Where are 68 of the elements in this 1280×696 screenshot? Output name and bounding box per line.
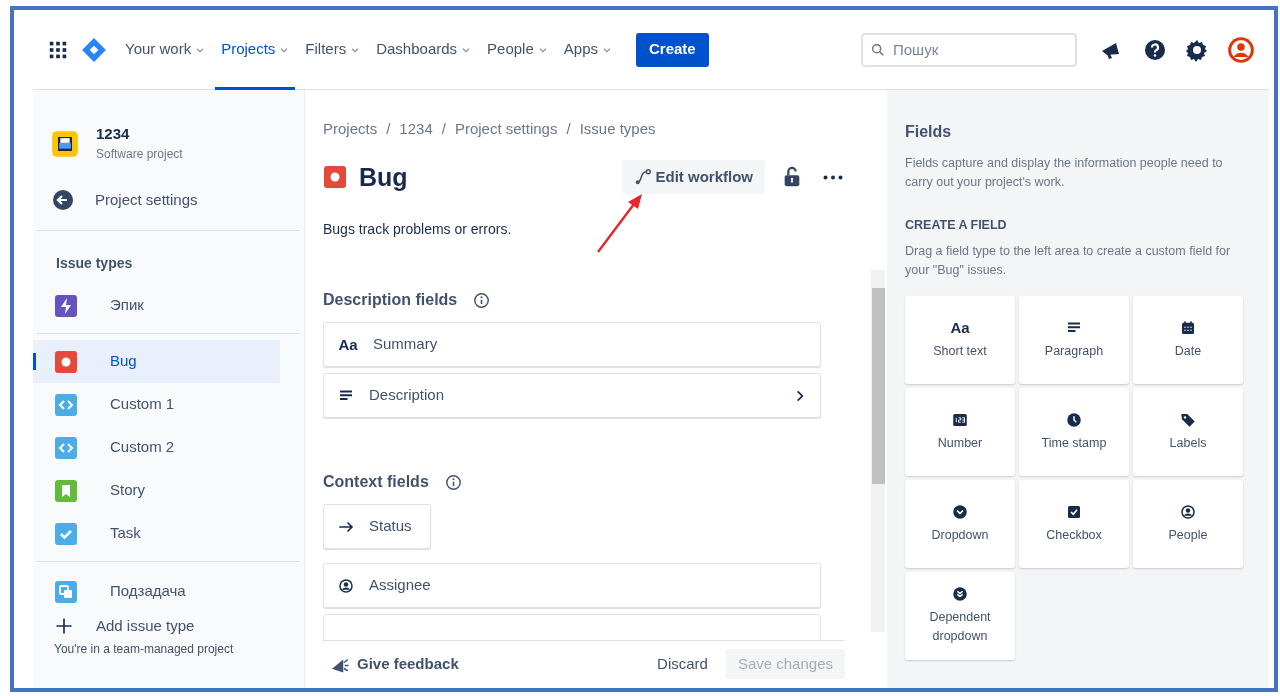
field-type-label: Dropdown xyxy=(931,526,989,544)
breadcrumb-link[interactable]: Project settings xyxy=(454,118,558,141)
text-style-icon: Aa xyxy=(337,335,359,354)
field-type-label: Short text xyxy=(933,342,987,360)
page-title: Bug xyxy=(359,161,408,193)
search-field[interactable]: Пошук xyxy=(861,32,1077,67)
add-issue-type-button[interactable]: Add issue type xyxy=(54,615,195,638)
field-type-label: Dependent dropdown xyxy=(928,609,992,646)
issue-type-item[interactable]: Эпик xyxy=(33,284,280,327)
field-type-card[interactable]: Paragraph xyxy=(1019,295,1129,384)
field-label: Assignee xyxy=(369,575,432,596)
field-type-card[interactable]: Aa Short text xyxy=(905,295,1015,384)
issue-type-item[interactable]: Bug xyxy=(33,340,280,383)
panel-intro: Fields capture and display the information people need to carry out your project's work. xyxy=(905,155,1224,191)
field-label: Status xyxy=(369,516,412,537)
section-heading: CREATE A FIELD xyxy=(905,217,1007,234)
panel-title: Fields xyxy=(905,122,952,142)
create-button[interactable]: Create xyxy=(636,32,709,67)
breadcrumb-separator: / xyxy=(441,119,446,139)
nav-tab[interactable]: People xyxy=(481,10,554,90)
field-type-label: Number xyxy=(937,434,983,452)
nav-tab[interactable]: Dashboards xyxy=(370,10,478,90)
section-title: Context fields xyxy=(323,472,429,492)
field-card[interactable]: Status xyxy=(323,504,431,549)
field-type-card[interactable]: Dropdown xyxy=(905,479,1015,568)
field-type-label: Date xyxy=(1174,342,1202,360)
field-label: Summary xyxy=(373,334,439,355)
field-type-card[interactable]: Date xyxy=(1133,295,1243,384)
issue-description: Bugs track problems or errors. xyxy=(323,220,512,239)
nav-tab[interactable]: Apps xyxy=(557,10,618,90)
field-card[interactable]: Assignee xyxy=(323,563,821,608)
field-type-card[interactable]: Labels xyxy=(1133,387,1243,476)
breadcrumb-separator: / xyxy=(566,119,571,139)
field-type-label: Time stamp xyxy=(1041,434,1107,452)
footer-note: You're in a team-managed project xyxy=(54,640,234,658)
nav-tab[interactable]: Your work xyxy=(119,10,212,90)
field-type-card[interactable]: Checkbox xyxy=(1019,479,1129,568)
give-feedback-button[interactable]: Give feedback xyxy=(331,652,459,676)
field-type-card[interactable]: Dependent dropdown xyxy=(905,571,1015,660)
field-type-label: Labels xyxy=(1169,434,1207,452)
project-type: Software project xyxy=(96,146,183,163)
nav-tab[interactable]: Filters xyxy=(299,10,367,90)
breadcrumb-link[interactable]: 1234 xyxy=(399,118,433,141)
section-title: Description fields xyxy=(323,290,458,310)
field-type-card[interactable]: People xyxy=(1133,479,1243,568)
issue-type-item[interactable]: Подзадача xyxy=(33,570,280,613)
issue-type-item[interactable]: Task xyxy=(33,512,280,555)
discard-button[interactable]: Discard xyxy=(647,649,718,679)
issue-type-item[interactable]: Custom 1 xyxy=(33,383,280,426)
field-type-card[interactable]: Time stamp xyxy=(1019,387,1129,476)
breadcrumb-separator: / xyxy=(386,119,391,139)
field-type-card[interactable]: Number xyxy=(905,387,1015,476)
field-type-label: Paragraph xyxy=(1044,342,1104,360)
breadcrumb-link[interactable]: Issue types xyxy=(579,118,656,141)
field-label: Description xyxy=(369,385,446,406)
issue-type-item[interactable]: Story xyxy=(33,469,280,512)
section-heading: Issue types xyxy=(56,254,133,273)
edit-workflow-button[interactable]: Edit workflow xyxy=(621,160,765,195)
issue-type-item[interactable]: Custom 2 xyxy=(33,426,280,469)
text-style-icon: Aa xyxy=(949,318,971,337)
field-type-label: People xyxy=(1168,526,1208,544)
back-link[interactable]: Project settings xyxy=(51,188,198,212)
panel-hint: Drag a field type to the left area to create a custom field for your "Bug" issues. xyxy=(905,242,1232,279)
breadcrumb-link[interactable]: Projects xyxy=(323,118,378,141)
project-name: 1234 xyxy=(96,124,131,144)
field-type-label: Checkbox xyxy=(1046,526,1102,544)
field-card[interactable]: Aa Summary xyxy=(323,322,821,367)
field-card[interactable]: Description xyxy=(323,373,821,418)
